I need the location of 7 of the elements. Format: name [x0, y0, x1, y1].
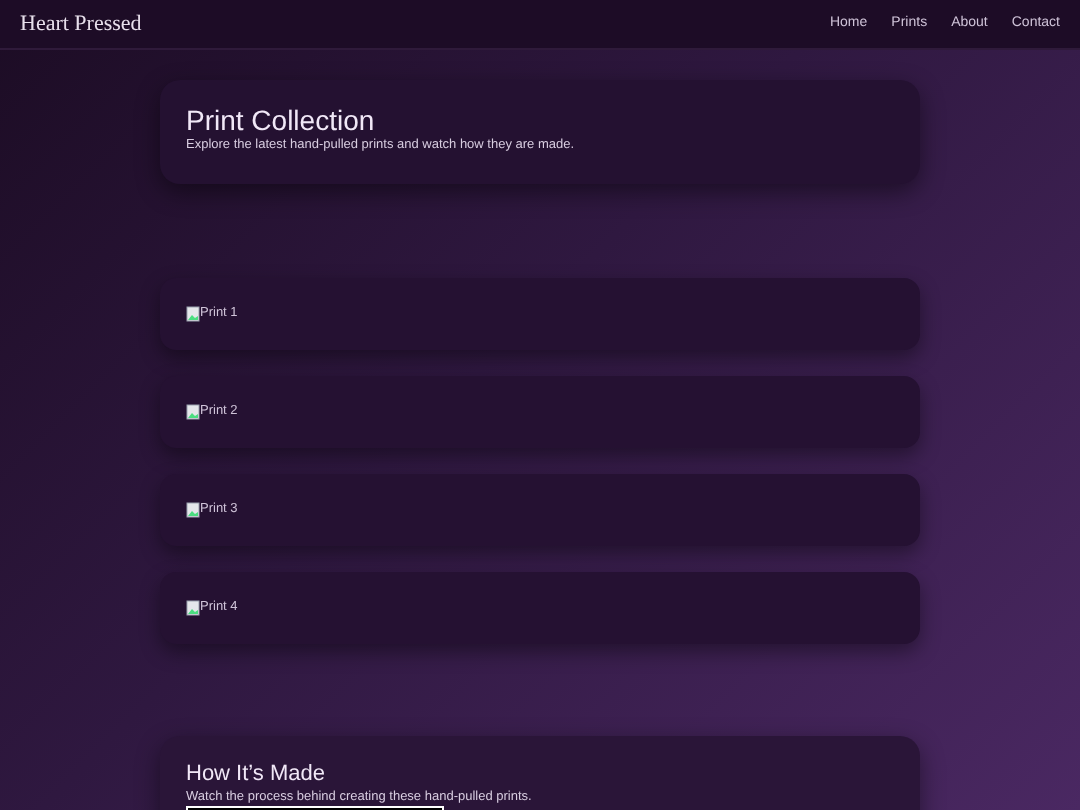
broken-image-icon — [186, 404, 200, 420]
broken-image-icon — [186, 502, 200, 518]
broken-image-icon — [186, 306, 200, 322]
broken-image-icon — [186, 600, 200, 616]
hero-title: Print Collection — [186, 104, 377, 136]
section-title: How It’s Made — [186, 762, 327, 788]
brand-name: Heart Pressed — [20, 9, 142, 40]
